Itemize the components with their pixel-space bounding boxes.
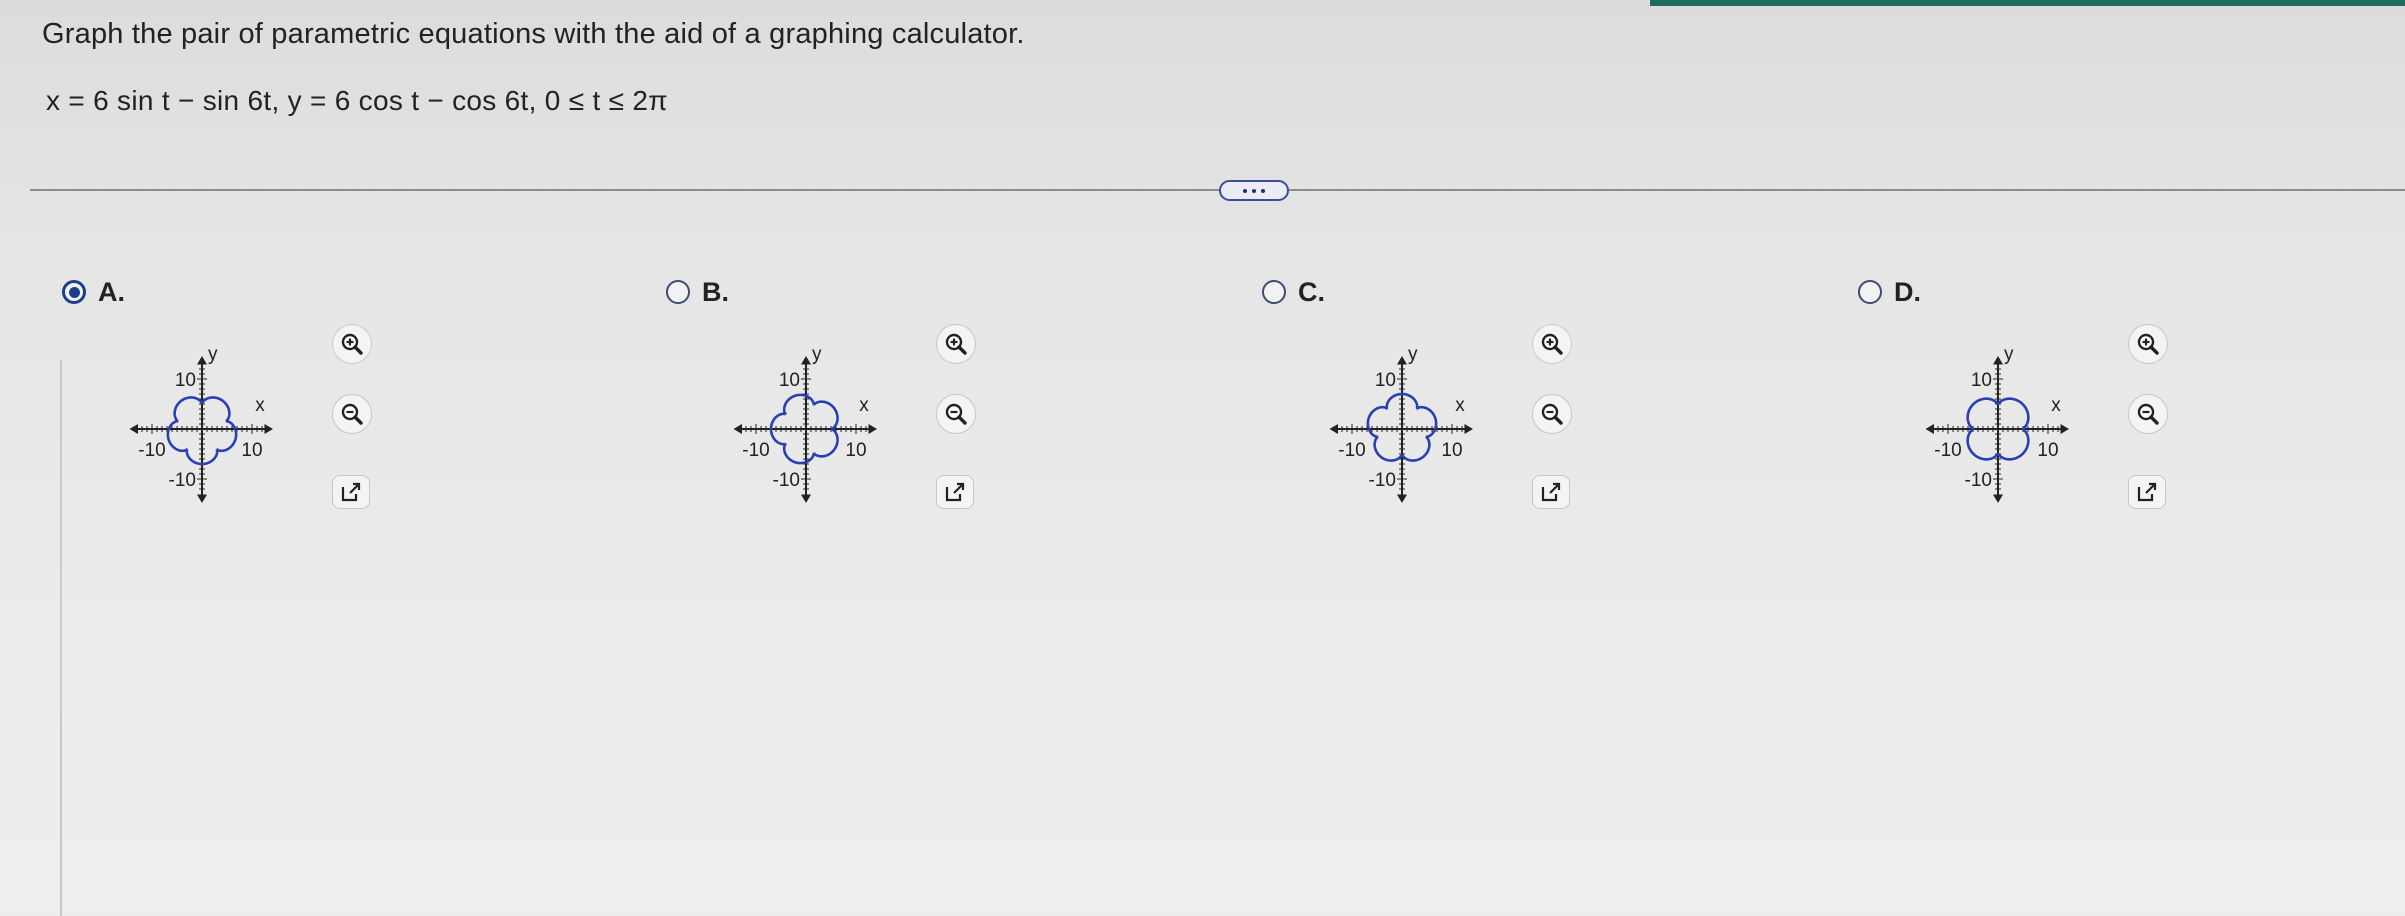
zoom-out-icon (341, 403, 363, 425)
y-tick-label-neg10: -10 (773, 470, 800, 491)
zoom-out-button[interactable] (936, 394, 976, 434)
option-d-radio[interactable] (1858, 280, 1882, 304)
more-options-button[interactable] (1219, 180, 1289, 201)
x-tick-label-10: 10 (2037, 440, 2058, 461)
x-axis-arrow-right (264, 424, 273, 434)
y-axis-label: y (208, 344, 218, 365)
option-b[interactable]: B. y x 10 -10 -10 10 (666, 272, 1226, 592)
y-axis-arrow-down (197, 494, 207, 503)
x-tick-label-10: 10 (1441, 440, 1462, 461)
question-equation: x = 6 sin t − sin 6t, y = 6 cos t − cos … (46, 85, 668, 116)
x-axis-label: x (1455, 395, 1465, 416)
x-axis-arrow-right (1464, 424, 1473, 434)
x-tick-label-10: 10 (241, 440, 262, 461)
option-b-radio[interactable] (666, 280, 690, 304)
y-tick-label-neg10: -10 (169, 470, 196, 491)
y-tick-label-neg10: -10 (1965, 470, 1992, 491)
x-axis-label: x (859, 395, 869, 416)
y-tick-label-10: 10 (175, 370, 196, 391)
zoom-out-button[interactable] (332, 394, 372, 434)
x-axis-arrow-right (2060, 424, 2069, 434)
y-axis-label: y (812, 344, 822, 365)
x-axis-arrow-left (733, 424, 742, 434)
x-axis-arrow-left (1925, 424, 1934, 434)
zoom-in-icon (945, 333, 967, 355)
open-graph-button[interactable] (936, 475, 974, 509)
zoom-in-button[interactable] (936, 324, 976, 364)
divider (30, 189, 2405, 191)
y-axis-arrow-down (1397, 494, 1407, 503)
question-prompt: Graph the pair of parametric equations w… (42, 18, 1025, 50)
y-axis-arrow-up (1397, 356, 1407, 365)
ellipsis-dot (1243, 188, 1247, 193)
x-axis-label: x (2051, 395, 2061, 416)
zoom-in-icon (2137, 333, 2159, 355)
open-new-window-icon (2137, 482, 2157, 502)
y-axis-arrow-up (801, 356, 811, 365)
option-d[interactable]: D. y x 10 -10 -10 10 (1858, 272, 2405, 592)
x-tick-label-neg10: -10 (1934, 440, 1961, 461)
y-tick-label-10: 10 (1375, 370, 1396, 391)
x-axis-arrow-left (1329, 424, 1338, 434)
option-c-radio[interactable] (1262, 280, 1286, 304)
option-c[interactable]: C. y x 10 -10 -10 10 (1262, 272, 1822, 592)
x-tick-label-neg10: -10 (138, 440, 165, 461)
top-accent-bar (1650, 0, 2405, 6)
open-new-window-icon (945, 482, 965, 502)
zoom-out-button[interactable] (1532, 394, 1572, 434)
y-axis-arrow-down (801, 494, 811, 503)
y-tick-label-neg10: -10 (1369, 470, 1396, 491)
y-axis-arrow-down (1993, 494, 2003, 503)
zoom-in-icon (341, 333, 363, 355)
y-tick-label-10: 10 (779, 370, 800, 391)
option-d-label: D. (1894, 277, 1921, 307)
y-axis-arrow-up (1993, 356, 2003, 365)
zoom-in-button[interactable] (332, 324, 372, 364)
zoom-in-button[interactable] (2128, 324, 2168, 364)
zoom-out-icon (1541, 403, 1563, 425)
ellipsis-dot (1252, 188, 1256, 193)
zoom-out-icon (2137, 403, 2159, 425)
y-axis-arrow-up (197, 356, 207, 365)
x-axis-arrow-right (868, 424, 877, 434)
x-axis-arrow-left (129, 424, 138, 434)
open-new-window-icon (341, 482, 361, 502)
open-new-window-icon (1541, 482, 1561, 502)
option-c-label: C. (1298, 277, 1325, 307)
y-axis-label: y (2004, 344, 2014, 365)
option-b-label: B. (702, 277, 729, 307)
x-tick-label-10: 10 (845, 440, 866, 461)
option-a[interactable]: A. y x 10 -10 -10 10 (62, 272, 622, 592)
ellipsis-dot (1261, 188, 1265, 193)
y-axis-label: y (1408, 344, 1418, 365)
zoom-out-icon (945, 403, 967, 425)
open-graph-button[interactable] (332, 475, 370, 509)
open-graph-button[interactable] (1532, 475, 1570, 509)
y-tick-label-10: 10 (1971, 370, 1992, 391)
x-tick-label-neg10: -10 (1338, 440, 1365, 461)
x-axis-label: x (255, 395, 265, 416)
zoom-in-icon (1541, 333, 1563, 355)
x-tick-label-neg10: -10 (742, 440, 769, 461)
zoom-in-button[interactable] (1532, 324, 1572, 364)
zoom-out-button[interactable] (2128, 394, 2168, 434)
option-a-radio[interactable] (62, 280, 86, 304)
option-a-label: A. (98, 277, 125, 307)
open-graph-button[interactable] (2128, 475, 2166, 509)
